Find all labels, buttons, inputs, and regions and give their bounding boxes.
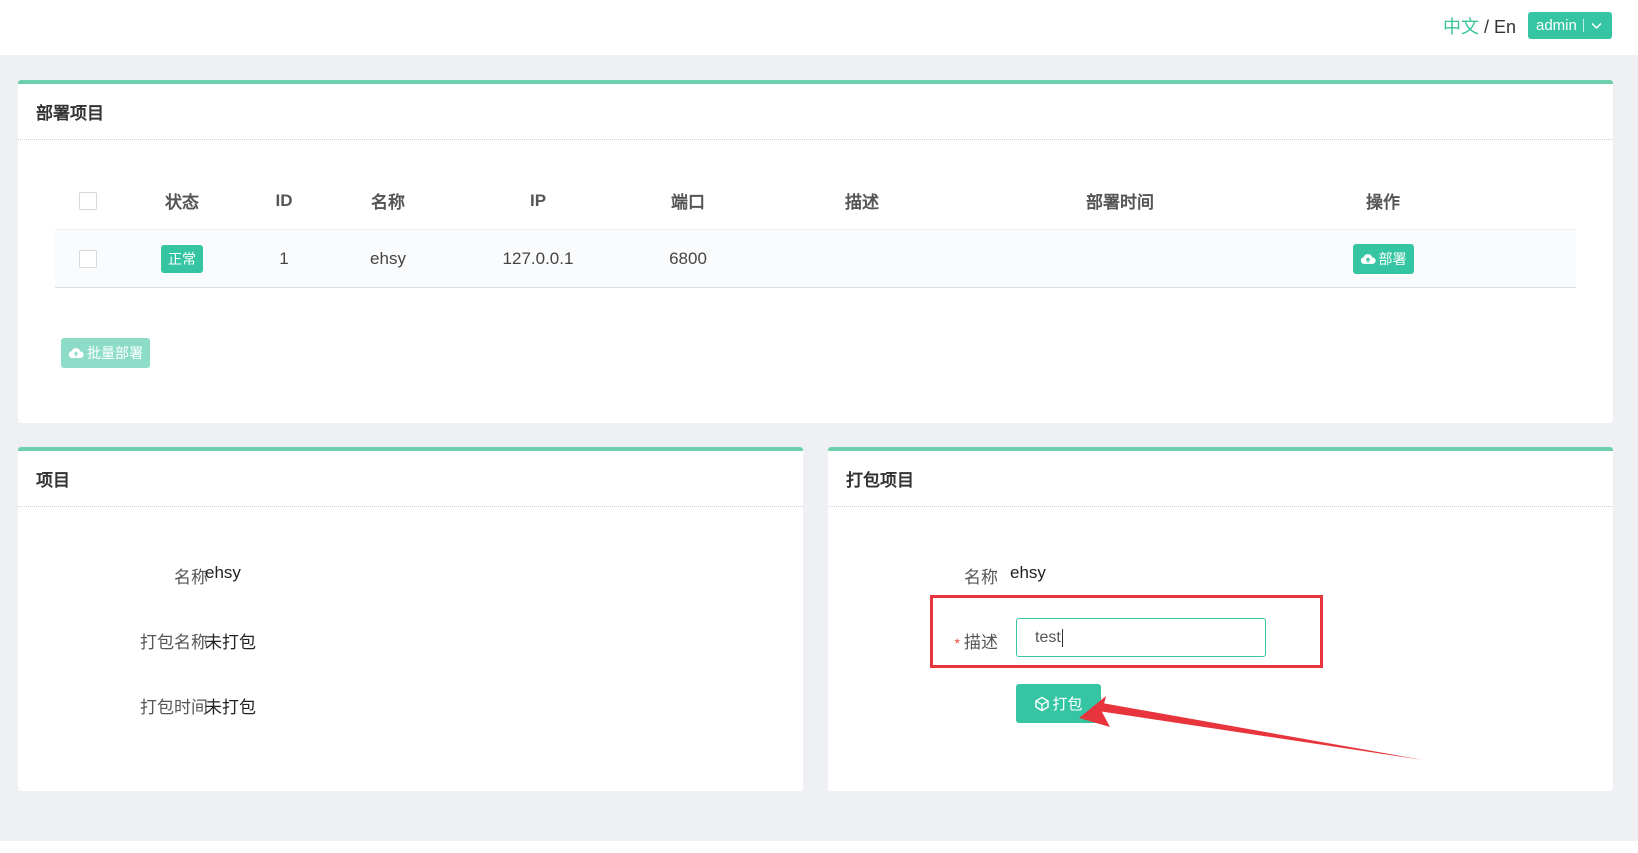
lang-zh-link[interactable]: 中文 <box>1443 17 1479 37</box>
package-icon <box>1035 696 1050 711</box>
table-header-row: 状态 ID 名称 IP 端口 描述 部署时间 操作 <box>55 172 1576 230</box>
project-card: 项目 名称 ehsy 打包名称 未打包 打包时间 未打包 <box>18 447 803 791</box>
field-value-package-name: 未打包 <box>205 633 256 652</box>
row-checkbox-cell <box>68 230 108 287</box>
divider <box>1582 19 1584 32</box>
field-label-package-name: 打包名称 <box>140 633 208 652</box>
column-header-ip[interactable]: IP <box>478 172 598 229</box>
port-cell: 6800 <box>669 248 707 268</box>
name-cell: ehsy <box>370 248 406 268</box>
column-header-actions: 操作 <box>1366 193 1400 212</box>
field-value-name: ehsy <box>205 563 241 582</box>
card-title: 部署项目 <box>18 84 1613 140</box>
cloud-upload-icon <box>68 348 84 358</box>
deploy-button[interactable]: 部署 <box>1352 243 1414 274</box>
column-header-name[interactable]: 名称 <box>338 172 438 229</box>
lang-separator: / <box>1479 17 1495 37</box>
cloud-upload-icon <box>1360 253 1376 264</box>
column-header-description[interactable]: 描述 <box>802 172 922 229</box>
column-header-deploy-time[interactable]: 部署时间 <box>1050 172 1190 229</box>
deploy-project-card: 部署项目 状态 ID 名称 IP 端口 描述 部署时间 操作 正常 1 ehsy… <box>18 80 1613 423</box>
chevron-down-icon <box>1591 22 1602 29</box>
field-label-name: 名称 <box>174 568 208 587</box>
lang-en-link[interactable]: En <box>1494 17 1516 37</box>
actions-cell: 部署 <box>1333 230 1433 287</box>
select-all-checkbox[interactable] <box>79 191 97 210</box>
field-value-name: ehsy <box>1010 563 1046 582</box>
column-header-status[interactable]: 状态 <box>147 172 217 229</box>
row-checkbox[interactable] <box>79 249 97 268</box>
status-badge: 正常 <box>161 244 203 273</box>
top-navbar: 中文 / En admin <box>0 0 1638 55</box>
description-cell <box>802 230 922 287</box>
card-title: 项目 <box>18 451 803 507</box>
column-header-port[interactable]: 端口 <box>633 172 743 229</box>
deploy-table: 状态 ID 名称 IP 端口 描述 部署时间 操作 正常 1 ehsy 127.… <box>55 172 1576 288</box>
status-cell: 正常 <box>147 230 217 287</box>
batch-deploy-label: 批量部署 <box>87 345 143 361</box>
field-label-name: 名称 <box>964 568 998 587</box>
batch-deploy-button[interactable]: 批量部署 <box>61 338 150 368</box>
user-dropdown-button[interactable]: admin <box>1528 12 1612 39</box>
ip-cell: 127.0.0.1 <box>502 248 574 268</box>
field-label-package-time: 打包时间 <box>140 698 208 717</box>
main-content: 部署项目 状态 ID 名称 IP 端口 描述 部署时间 操作 正常 1 ehsy… <box>0 55 1638 841</box>
table-row: 正常 1 ehsy 127.0.0.1 6800 部署 <box>55 230 1576 288</box>
language-switcher: 中文 / En <box>1443 13 1516 39</box>
select-all-checkbox-cell <box>68 172 108 229</box>
pack-button-label: 打包 <box>1052 696 1083 713</box>
user-name: admin <box>1536 17 1577 34</box>
highlight-box <box>930 595 1323 668</box>
deploy-button-label: 部署 <box>1378 250 1407 267</box>
field-value-package-time: 未打包 <box>205 698 256 717</box>
pack-button[interactable]: 打包 <box>1016 684 1101 723</box>
card-title: 打包项目 <box>828 451 1613 507</box>
deploy-time-cell <box>1050 230 1190 287</box>
column-header-id[interactable]: ID <box>254 172 314 229</box>
id-cell: 1 <box>279 248 289 268</box>
